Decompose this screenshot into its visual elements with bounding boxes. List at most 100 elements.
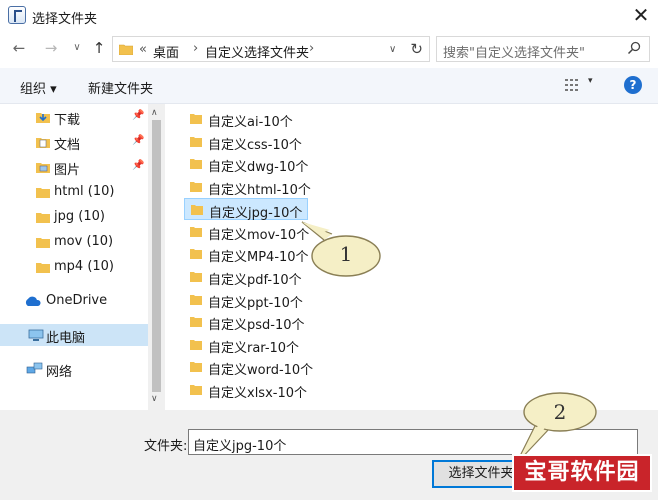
- sidebar-item-label: 网络: [46, 365, 73, 380]
- file-name: 自定义ppt-10个: [208, 296, 303, 311]
- folder-field-label: 文件夹:: [144, 439, 188, 454]
- close-button[interactable]: ✕: [630, 4, 652, 26]
- file-name: 自定义pdf-10个: [208, 273, 302, 288]
- sidebar-item-network[interactable]: 网络: [0, 358, 148, 380]
- view-dropdown-icon[interactable]: ▾: [588, 76, 593, 86]
- file-name: 自定义dwg-10个: [208, 160, 309, 175]
- navigation-scrollbar[interactable]: ∧ ∨: [148, 104, 165, 410]
- file-name: 自定义word-10个: [208, 363, 314, 378]
- sidebar-item-downloads[interactable]: 下载 📌: [0, 106, 148, 128]
- sidebar-item-label: OneDrive: [46, 293, 108, 308]
- folder-icon: [190, 385, 202, 395]
- sidebar-item-jpg[interactable]: jpg (10): [0, 206, 148, 228]
- sidebar-item-label: 下载: [54, 113, 81, 128]
- folder-icon: [190, 295, 202, 305]
- folder-icon: [190, 114, 202, 124]
- sidebar-item-documents[interactable]: 文档 📌: [0, 131, 148, 153]
- breadcrumb-separator[interactable]: ›: [193, 41, 198, 56]
- list-item-selected[interactable]: 自定义jpg-10个: [184, 198, 308, 221]
- list-item[interactable]: 自定义dwg-10个: [184, 153, 308, 175]
- folder-icon: [190, 362, 202, 372]
- list-item[interactable]: 自定义html-10个: [184, 176, 311, 198]
- file-name: 自定义html-10个: [208, 183, 311, 198]
- file-list: 自定义ai-10个 自定义css-10个 自定义dwg-10个 自定义html-…: [166, 104, 658, 410]
- folder-icon: [190, 272, 202, 282]
- view-options-icon[interactable]: [565, 78, 581, 92]
- list-item[interactable]: 自定义xlsx-10个: [184, 379, 308, 401]
- back-button[interactable]: ←: [10, 38, 28, 58]
- scroll-down-icon[interactable]: ∨: [151, 394, 158, 404]
- sidebar-item-mov[interactable]: mov (10): [0, 231, 148, 253]
- sidebar-item-html[interactable]: html (10): [0, 181, 148, 203]
- command-bar: 组织 ▾ 新建文件夹 ▾ ?: [0, 68, 658, 104]
- app-icon: [8, 6, 26, 24]
- recent-locations-button[interactable]: ∨: [68, 38, 86, 58]
- sidebar-item-onedrive[interactable]: OneDrive: [0, 290, 148, 312]
- folder-icon: [36, 188, 50, 198]
- file-name: 自定义rar-10个: [208, 341, 300, 356]
- list-item[interactable]: 自定义psd-10个: [184, 311, 305, 333]
- file-name: 自定义xlsx-10个: [208, 386, 308, 401]
- organize-menu[interactable]: 组织 ▾: [20, 78, 57, 97]
- folder-icon: [36, 263, 50, 273]
- up-button[interactable]: ↑: [90, 38, 108, 58]
- file-name: 自定义ai-10个: [208, 115, 293, 130]
- sidebar-item-mp4[interactable]: mp4 (10): [0, 256, 148, 278]
- annotation-number-2: 2: [553, 400, 567, 424]
- forward-button[interactable]: →: [42, 38, 60, 58]
- file-name: 自定义mov-10个: [208, 228, 310, 243]
- site-watermark: 宝哥软件园: [512, 454, 652, 492]
- onedrive-icon: [25, 296, 41, 306]
- folder-icon: [36, 238, 50, 248]
- list-item[interactable]: 自定义word-10个: [184, 356, 313, 378]
- list-item[interactable]: 自定义ai-10个: [184, 108, 294, 130]
- network-icon: [26, 362, 43, 374]
- sidebar-item-label: mov (10): [54, 234, 114, 249]
- list-item[interactable]: 自定义ppt-10个: [184, 289, 303, 311]
- search-icon[interactable]: [627, 41, 641, 55]
- sidebar-item-label: 此电脑: [46, 331, 86, 346]
- folder-icon: [190, 227, 202, 237]
- file-name: 自定义psd-10个: [208, 318, 305, 333]
- pictures-folder-icon: [36, 163, 50, 173]
- search-box[interactable]: 搜索"自定义选择文件夹": [436, 36, 650, 62]
- title-bar: 选择文件夹 ✕: [0, 0, 658, 32]
- list-item[interactable]: 自定义css-10个: [184, 131, 302, 153]
- sidebar-item-label: mp4 (10): [54, 259, 115, 274]
- breadcrumb-current-folder[interactable]: 自定义选择文件夹: [205, 42, 309, 61]
- folder-icon: [190, 159, 202, 169]
- list-item[interactable]: 自定义rar-10个: [184, 334, 300, 356]
- search-placeholder: 搜索"自定义选择文件夹": [443, 46, 585, 61]
- computer-icon: [28, 329, 44, 341]
- documents-folder-icon: [36, 138, 50, 148]
- folder-icon: [119, 44, 133, 55]
- sidebar-item-label: 文档: [54, 138, 81, 153]
- navigation-pane: 下载 📌 文档 📌 图片 📌 html (10) jpg (10) mov (1…: [0, 104, 148, 410]
- sidebar-item-label: html (10): [54, 184, 115, 199]
- folder-icon: [190, 137, 202, 147]
- address-overflow[interactable]: «: [139, 42, 147, 57]
- file-name: 自定义jpg-10个: [209, 206, 303, 221]
- sidebar-item-pictures[interactable]: 图片 📌: [0, 156, 148, 178]
- sidebar-item-this-pc[interactable]: 此电脑: [0, 324, 148, 346]
- list-item[interactable]: 自定义mov-10个: [184, 221, 309, 243]
- address-dropdown-icon[interactable]: ∨: [389, 44, 396, 55]
- folder-icon: [36, 213, 50, 223]
- annotation-number-1: 1: [339, 242, 353, 266]
- list-item[interactable]: 自定义MP4-10个: [184, 243, 309, 265]
- file-name: 自定义css-10个: [208, 138, 302, 153]
- folder-icon: [191, 205, 203, 215]
- folder-name-value: 自定义jpg-10个: [193, 439, 287, 454]
- folder-icon: [190, 249, 202, 259]
- new-folder-button[interactable]: 新建文件夹: [88, 78, 153, 97]
- scrollbar-thumb[interactable]: [152, 120, 161, 392]
- breadcrumb-separator[interactable]: ›: [309, 41, 314, 56]
- address-bar[interactable]: « 桌面 › 自定义选择文件夹 › ∨ ↻: [112, 36, 430, 62]
- breadcrumb-desktop[interactable]: 桌面: [153, 42, 179, 61]
- list-item[interactable]: 自定义pdf-10个: [184, 266, 302, 288]
- help-icon[interactable]: ?: [624, 76, 642, 94]
- folder-icon: [190, 340, 202, 350]
- refresh-button[interactable]: ↻: [410, 40, 423, 58]
- sidebar-item-label: 图片: [54, 163, 81, 178]
- scroll-up-icon[interactable]: ∧: [151, 108, 158, 118]
